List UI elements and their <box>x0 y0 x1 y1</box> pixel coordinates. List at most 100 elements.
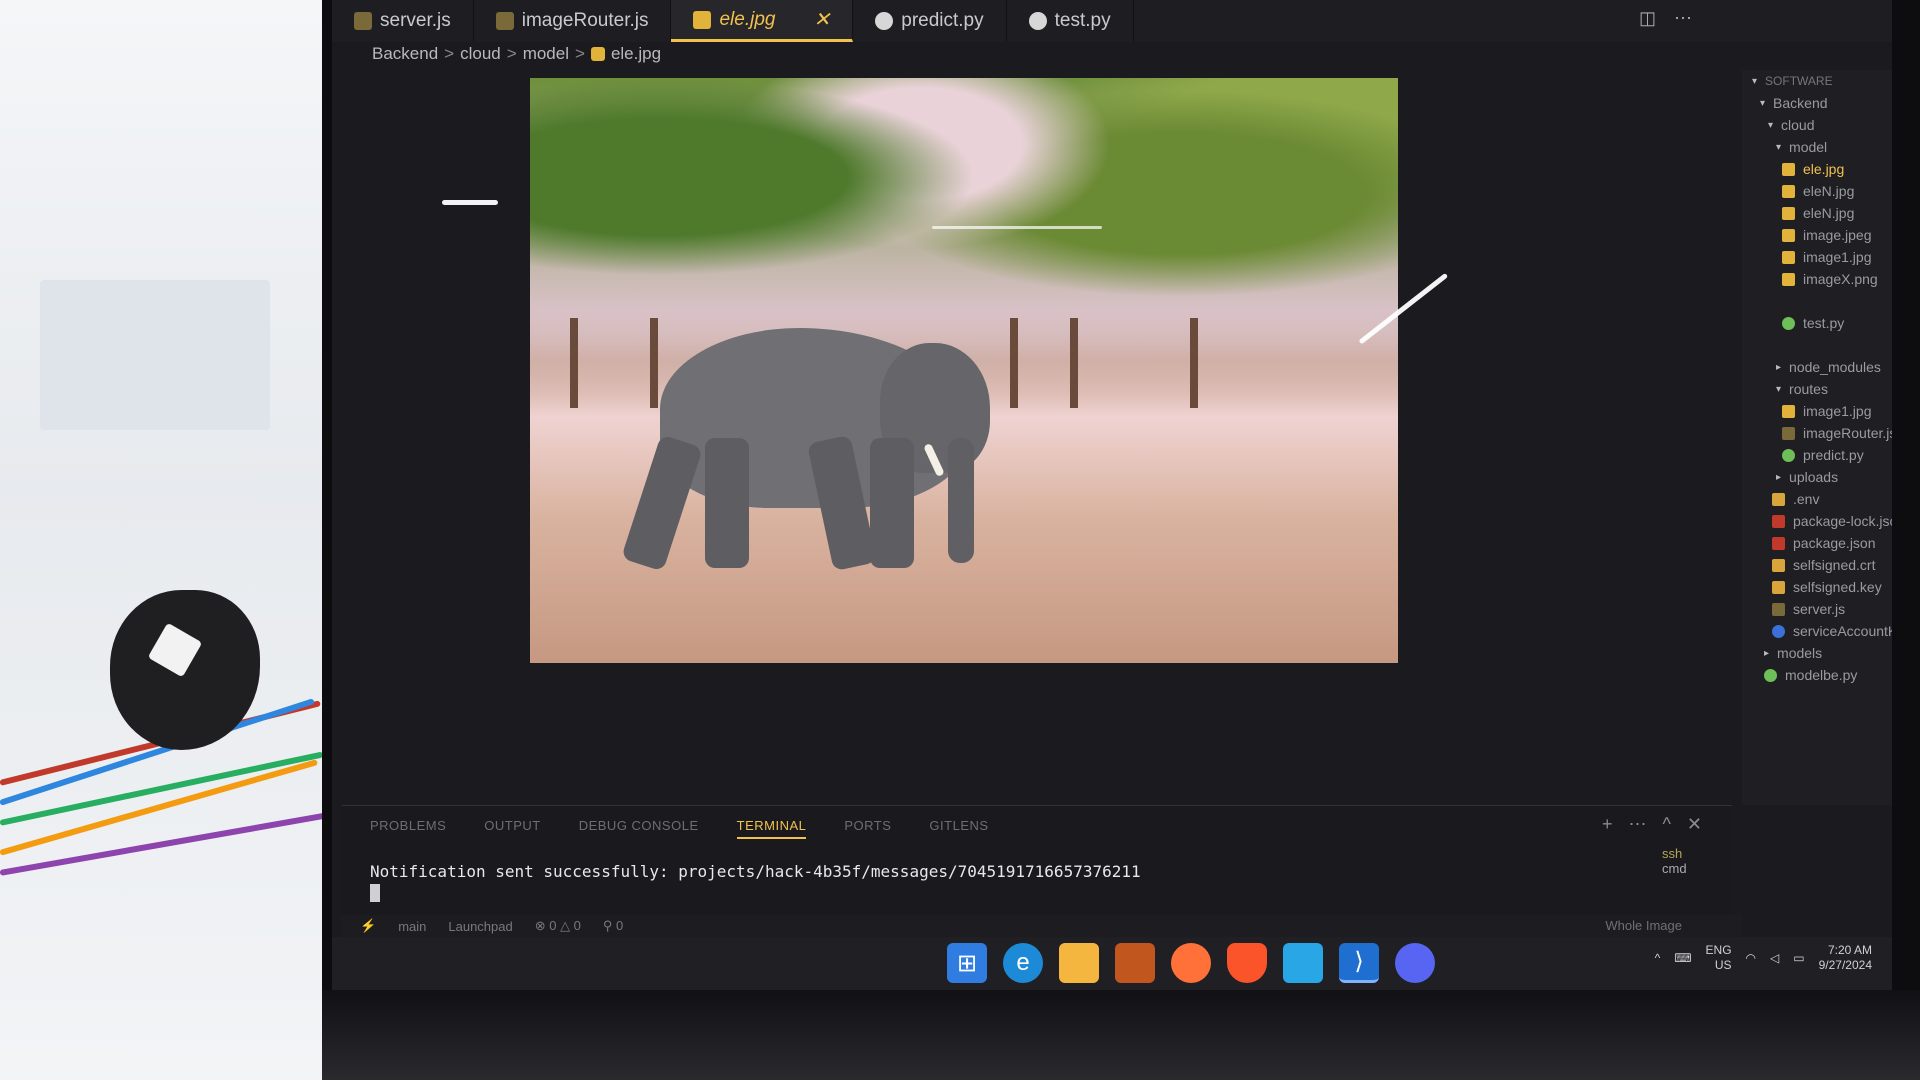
chevron-right-icon: ▸ <box>1764 647 1770 659</box>
tab-predict-py[interactable]: predict.py <box>853 0 1007 42</box>
image-file-icon <box>1782 206 1795 220</box>
new-terminal-icon[interactable]: + <box>1602 814 1613 835</box>
file-item[interactable]: serviceAccountKey <box>1772 620 1892 642</box>
file-item[interactable]: imageRouter.js <box>1782 422 1892 444</box>
tree-trunk <box>650 318 658 408</box>
ports-indicator[interactable]: ⚲ 0 <box>603 918 623 934</box>
file-item[interactable]: .env <box>1772 488 1819 510</box>
image-size-indicator[interactable]: Whole Image <box>1605 918 1682 933</box>
file-explorer-icon[interactable] <box>1059 943 1099 983</box>
terminal-item[interactable]: ssh <box>1662 846 1732 861</box>
app-icon[interactable] <box>1115 943 1155 983</box>
file-item[interactable]: server.js <box>1772 598 1845 620</box>
file-item[interactable]: package.json <box>1772 532 1876 554</box>
discord-icon[interactable] <box>1395 943 1435 983</box>
clock[interactable]: 7:20 AM 9/27/2024 <box>1819 943 1872 973</box>
screen-glare <box>932 226 1102 229</box>
tab-server-js[interactable]: server.js <box>332 0 474 42</box>
split-editor-icon[interactable]: ◫ <box>1639 8 1656 29</box>
chevron-up-icon[interactable]: ^ <box>1655 951 1661 965</box>
image-file-icon <box>1782 162 1795 176</box>
tab-debug-console[interactable]: DEBUG CONSOLE <box>579 818 699 839</box>
photo-scene: server.js imageRouter.js ele.jpg ✕ predi… <box>0 0 1920 1080</box>
file-item[interactable]: selfsigned.key <box>1772 576 1882 598</box>
python-file-icon <box>1782 316 1795 330</box>
key-file-icon <box>1772 580 1785 594</box>
tab-output[interactable]: OUTPUT <box>484 818 540 839</box>
breadcrumb-separator: > <box>506 44 517 63</box>
close-icon[interactable]: ✕ <box>813 7 830 32</box>
brave-icon[interactable] <box>1227 943 1267 983</box>
folder-cloud[interactable]: ▾ cloud <box>1768 114 1815 136</box>
notepad-icon[interactable] <box>1283 943 1323 983</box>
js-file-icon <box>495 12 514 30</box>
folder-routes[interactable]: ▾ routes <box>1776 378 1828 400</box>
elephant-image <box>530 78 1398 663</box>
chevron-down-icon: ▾ <box>1776 383 1782 395</box>
file-item[interactable]: predict.py <box>1782 444 1864 466</box>
chevron-down-icon: ▾ <box>1752 75 1758 87</box>
breadcrumb-item[interactable]: Backend <box>372 44 438 64</box>
file-ele-jpg[interactable]: ele.jpg <box>1782 158 1844 180</box>
folder-uploads[interactable]: ▸ uploads <box>1776 466 1838 488</box>
tree-trunk <box>570 318 578 408</box>
terminal-list: ssh cmd <box>1662 846 1732 876</box>
file-item[interactable]: modelbe.py <box>1764 664 1857 686</box>
folder-node-modules[interactable]: ▸ node_modules <box>1776 356 1881 378</box>
maximize-panel-icon[interactable]: ^ <box>1662 814 1670 835</box>
file-item[interactable]: eleN.jpg <box>1782 202 1854 224</box>
terminal-item[interactable]: cmd <box>1662 861 1732 876</box>
chevron-down-icon: ▾ <box>1776 141 1782 153</box>
image-file-icon <box>1782 404 1795 418</box>
branch-indicator[interactable]: main <box>398 919 426 934</box>
vscode-icon[interactable]: ⟩ <box>1339 943 1379 983</box>
laptop-bezel <box>322 990 1920 1080</box>
file-item[interactable]: image1.jpg <box>1782 400 1872 422</box>
windows-start-icon[interactable]: ⊞ <box>947 943 987 983</box>
image-viewer <box>332 70 1742 805</box>
launchpad-item[interactable]: Launchpad <box>448 919 512 934</box>
wifi-icon[interactable]: ◠ <box>1746 951 1756 965</box>
battery-icon[interactable]: ▭ <box>1793 951 1804 965</box>
elephant-leg <box>870 438 914 568</box>
file-item[interactable]: package-lock.json <box>1772 510 1892 532</box>
file-item[interactable]: imageX.png <box>1782 268 1878 290</box>
file-item[interactable]: test.py <box>1782 312 1844 334</box>
file-item[interactable]: eleN.jpg <box>1782 180 1854 202</box>
tab-gitlens[interactable]: GITLENS <box>929 818 988 839</box>
folder-models[interactable]: ▸ models <box>1764 642 1822 664</box>
file-item[interactable]: image1.jpg <box>1782 246 1872 268</box>
firefox-icon[interactable] <box>1171 943 1211 983</box>
more-actions-icon[interactable]: ⋯ <box>1628 814 1646 835</box>
close-icon[interactable]: ✕ <box>1687 814 1702 835</box>
tree-trunk <box>1070 318 1078 408</box>
tab-test-py[interactable]: test.py <box>1007 0 1134 42</box>
breadcrumb-item[interactable]: ele.jpg <box>611 44 661 64</box>
json-file-icon <box>1772 514 1785 528</box>
explorer-section-title[interactable]: ▾ SOFTWARE <box>1752 70 1833 92</box>
settings-file-icon <box>1772 492 1785 506</box>
tab-imagerouter-js[interactable]: imageRouter.js <box>474 0 672 42</box>
panel-actions: + ⋯ ^ ✕ <box>1602 814 1702 835</box>
breadcrumb-separator: > <box>444 44 455 63</box>
breadcrumb-item[interactable]: cloud <box>460 44 501 64</box>
remote-icon[interactable]: ⚡ <box>360 918 376 934</box>
keyboard-icon[interactable]: ⌨ <box>1674 951 1691 965</box>
elephant-leg <box>620 434 704 572</box>
folder-model[interactable]: ▾ model <box>1776 136 1827 158</box>
breadcrumb-item[interactable]: model <box>523 44 569 64</box>
tab-terminal[interactable]: TERMINAL <box>736 818 807 839</box>
image-file-icon <box>693 10 712 29</box>
file-item[interactable]: selfsigned.crt <box>1772 554 1875 576</box>
more-actions-icon[interactable]: ⋯ <box>1674 8 1692 29</box>
tab-problems[interactable]: PROBLEMS <box>370 818 446 839</box>
volume-icon[interactable]: ◁ <box>1770 951 1779 965</box>
taskbar-apps: ⊞ e ⟩ <box>947 943 1435 983</box>
file-item[interactable]: image.jpeg <box>1782 224 1872 246</box>
problems-indicator[interactable]: ⊗ 0 △ 0 <box>535 918 581 934</box>
folder-backend[interactable]: ▾ Backend <box>1760 92 1828 114</box>
language-indicator[interactable]: ENG US <box>1706 943 1732 973</box>
tab-ele-jpg[interactable]: ele.jpg ✕ <box>671 0 854 42</box>
edge-icon[interactable]: e <box>1003 943 1043 983</box>
tab-ports[interactable]: PORTS <box>844 818 891 839</box>
